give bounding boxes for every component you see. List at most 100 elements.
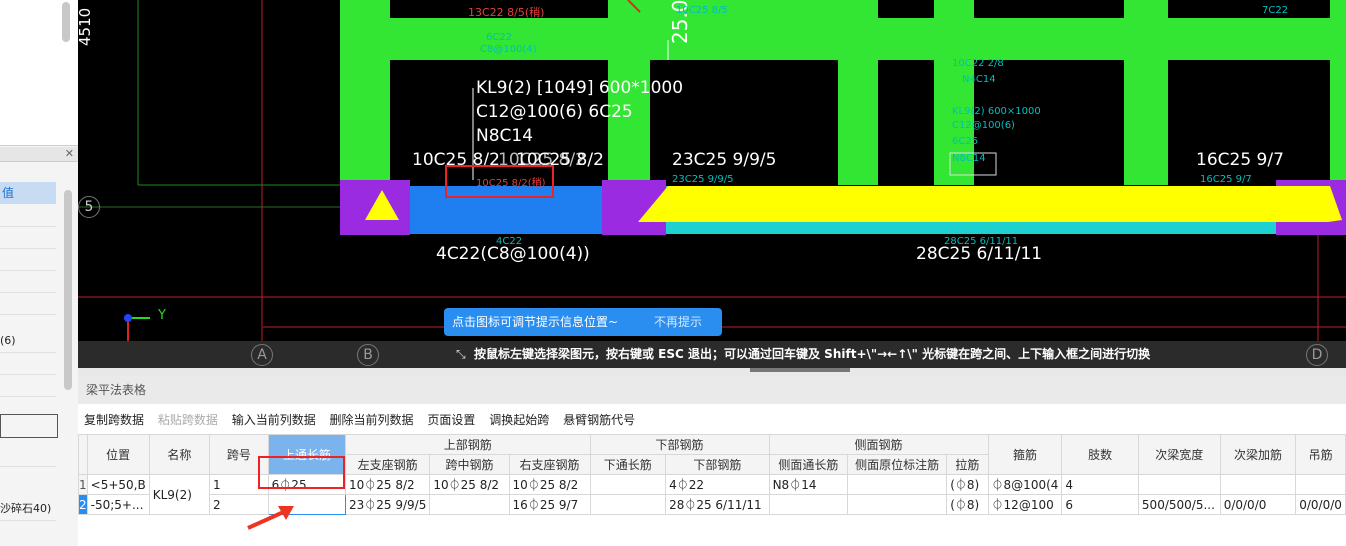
cell-hanger[interactable]: 0/0/0/0	[1295, 494, 1346, 515]
col-header-mid-span: 跨中钢筋	[429, 454, 510, 475]
annotation-highlight-box	[258, 456, 345, 489]
col-header-side-through: 侧面通长筋	[768, 454, 849, 475]
cell-sec-add[interactable]	[1219, 474, 1297, 495]
col-header-position: 位置	[86, 434, 150, 475]
cad-label: 6C25	[952, 136, 979, 147]
col-header-stirrup: 箍筋	[987, 434, 1063, 475]
page-setup-button[interactable]: 页面设置	[427, 406, 475, 434]
property-row[interactable]	[0, 270, 56, 293]
close-icon[interactable]: ✕	[65, 147, 74, 160]
dimension-4510: 4510	[78, 7, 94, 46]
dismiss-hint-button[interactable]: 不再提示	[654, 308, 702, 336]
row-header-corner	[78, 434, 88, 475]
panel-title: 梁平法表格	[78, 376, 1346, 404]
properties-panel: ✕ 值 (6) 沙碎石40)	[0, 0, 79, 546]
cell-tie[interactable]: (⏀8)	[946, 494, 989, 515]
property-row[interactable]: 沙碎石40)	[0, 498, 56, 521]
annotation-arrow-icon	[247, 506, 294, 530]
cell-legs[interactable]: 4	[1061, 474, 1139, 495]
splitter-grip[interactable]	[750, 368, 850, 372]
cell-bottom-through[interactable]	[589, 494, 667, 515]
hint-tooltip[interactable]: 点击图标可调节提示信息位置~ 不再提示	[444, 308, 722, 336]
cell-left-support[interactable]: 10⏀25 8/2	[344, 474, 431, 495]
col-header-name: 名称	[148, 434, 211, 475]
property-row[interactable]	[0, 248, 56, 271]
col-header-side-orig: 侧面原位标注筋	[847, 454, 948, 475]
property-row[interactable]	[0, 226, 56, 249]
cell-hanger[interactable]	[1295, 474, 1346, 495]
cad-label: C8@100(4)	[480, 44, 537, 55]
input-column-button[interactable]: 输入当前列数据	[232, 406, 316, 434]
cell-stirrup[interactable]: ⏀8@100(4	[987, 474, 1063, 495]
cad-label: 16C25 9/7	[1200, 174, 1252, 185]
panel-splitter[interactable]	[78, 368, 1346, 376]
right-top-label: 16C25 9/7	[1196, 150, 1284, 170]
swap-start-span-button[interactable]: 调换起始跨	[489, 406, 549, 434]
property-row[interactable]	[0, 292, 56, 315]
status-message: 按鼠标左键选择梁图元，按右键或 ESC 退出；可以通过回车键及 Shift+\"…	[474, 347, 1151, 361]
cell-right-support[interactable]: 10⏀25 8/2	[508, 474, 591, 495]
col-header-bottom-bars: 下部钢筋	[665, 454, 770, 475]
copy-span-button[interactable]: 复制跨数据	[84, 406, 144, 434]
cad-label: N8C14	[952, 153, 986, 164]
col-header-sec-width: 次梁宽度	[1137, 434, 1221, 475]
property-row[interactable]	[0, 444, 56, 467]
property-row-selected[interactable]	[0, 414, 58, 438]
cell-position[interactable]: <5+50,B	[86, 474, 150, 495]
cad-label: 10C22 2/8	[952, 58, 1004, 69]
value-column-header: 值	[0, 182, 56, 204]
cell-sec-width[interactable]: 500/500/5...	[1137, 494, 1221, 515]
row-index[interactable]: 1	[78, 474, 88, 495]
cell-side-orig[interactable]	[847, 474, 948, 495]
cell-sec-width[interactable]	[1137, 474, 1221, 495]
cell-position[interactable]: -50;5+...	[86, 494, 150, 515]
col-header-tie: 拉筋	[946, 454, 989, 475]
beam-label-line3: N8C14	[476, 126, 534, 146]
cell-bottom-bars[interactable]: 28⏀25 6/11/11	[665, 494, 770, 515]
col-group-top: 上部钢筋	[344, 434, 591, 455]
beam-label-line2: C12@100(6) 6C25	[476, 102, 633, 122]
cell-right-support[interactable]: 16⏀25 9/7	[508, 494, 591, 515]
property-row[interactable]	[0, 352, 56, 375]
cad-label: KL9(2) 600×1000	[952, 106, 1041, 117]
cad-label: 23C25 9/9/5	[672, 174, 734, 185]
cad-viewport[interactable]: 4510 25.0 13C22 8/5(稍) 10C25 8/5 7C22 6C…	[78, 0, 1346, 368]
cell-left-support[interactable]: 23⏀25 9/9/5	[344, 494, 431, 515]
cell-side-through[interactable]	[768, 494, 849, 515]
property-row[interactable]	[0, 204, 56, 227]
row-index[interactable]: 2	[78, 494, 88, 515]
hint-text: 点击图标可调节提示信息位置~	[452, 315, 619, 329]
axis-marker-5: 5	[78, 196, 100, 218]
cad-label: 7C22	[1262, 5, 1289, 16]
axis-marker-a: A	[251, 344, 273, 366]
cell-tie[interactable]: (⏀8)	[946, 474, 989, 495]
span1-bottom-label: 4C22(C8@100(4))	[436, 244, 590, 264]
table-toolbar: 复制跨数据 粘贴跨数据 输入当前列数据 删除当前列数据 页面设置 调换起始跨 悬…	[78, 406, 639, 434]
annotation-highlight-box	[445, 165, 554, 198]
cantilever-code-button[interactable]: 悬臂钢筋代号	[563, 406, 635, 434]
col-group-bottom: 下部钢筋	[589, 434, 770, 455]
property-row[interactable]: (6)	[0, 330, 56, 353]
properties-scrollbar[interactable]	[64, 190, 72, 390]
top-scrollbar[interactable]	[62, 2, 70, 42]
paste-span-button[interactable]: 粘贴跨数据	[158, 406, 218, 434]
axis-marker-b: B	[357, 344, 379, 366]
cell-legs[interactable]: 6	[1061, 494, 1139, 515]
ucs-y-label: Y	[158, 308, 166, 323]
cell-mid-span[interactable]	[429, 494, 510, 515]
property-row[interactable]	[0, 374, 56, 397]
cell-side-through[interactable]: N8⏀14	[768, 474, 849, 495]
cell-side-orig[interactable]	[847, 494, 948, 515]
cell-bottom-through[interactable]	[589, 474, 667, 495]
cell-sec-add[interactable]: 0/0/0/0	[1219, 494, 1297, 515]
resize-arrows-icon[interactable]: ⤡	[456, 341, 466, 368]
delete-column-button[interactable]: 删除当前列数据	[330, 406, 414, 434]
cell-name[interactable]: KL9(2)	[148, 474, 211, 515]
cad-label: C12@100(6)	[952, 120, 1015, 131]
cell-bottom-bars[interactable]: 4⏀22	[665, 474, 770, 495]
span2-bottom-label: 28C25 6/11/11	[916, 244, 1043, 264]
cell-mid-span[interactable]: 10⏀25 8/2	[429, 474, 510, 495]
col-header-hanger: 吊筋	[1295, 434, 1346, 475]
col-header-bottom-through: 下通长筋	[589, 454, 667, 475]
cell-stirrup[interactable]: ⏀12@100	[987, 494, 1063, 515]
